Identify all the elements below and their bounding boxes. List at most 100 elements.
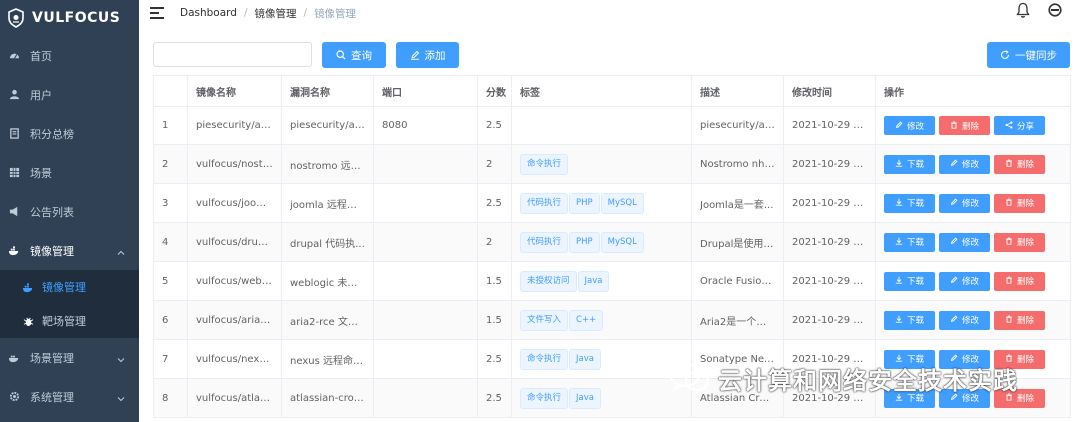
- tag-badge: 命令执行: [520, 153, 569, 175]
- delete-button[interactable]: 删除: [994, 232, 1045, 252]
- search-icon: [336, 50, 346, 60]
- edit-button[interactable]: 修改: [939, 310, 990, 330]
- delete-button[interactable]: 删除: [994, 193, 1045, 213]
- table-header-modified-time: 修改时间: [783, 75, 876, 107]
- hamburger-icon[interactable]: [150, 7, 164, 19]
- cell-image-name: vulfocus/nexus-...: [187, 339, 282, 379]
- cell-modified-time: 2021-10-29 15:...: [783, 144, 876, 184]
- trash-icon: [1005, 276, 1013, 286]
- sidebar-item-system-management[interactable]: 系统管理: [0, 377, 139, 416]
- breadcrumb: Dashboard / 镜像管理 / 镜像管理: [180, 6, 356, 21]
- cell-modified-time: 2021-10-29 15:...: [783, 222, 876, 262]
- download-icon: [895, 159, 903, 169]
- sidebar-item-announcements[interactable]: 公告列表: [0, 192, 139, 231]
- share-button[interactable]: 分享: [994, 116, 1045, 135]
- cell-image-name-text: vulfocus/weblog...: [196, 275, 273, 287]
- sidebar-item-home[interactable]: 首页: [0, 36, 139, 75]
- query-button-label: 查询: [351, 49, 372, 62]
- sidebar-item-label: 积分总榜: [30, 127, 74, 141]
- cell-vuln-name: joomla 远程代...: [281, 183, 374, 223]
- cell-tags: 代码执行 PHP MySQL: [511, 222, 692, 262]
- cell-index-text: 8: [162, 392, 169, 404]
- delete-button[interactable]: 删除: [994, 310, 1045, 330]
- cell-vuln-name-text: atlassian-crowd...: [290, 392, 365, 404]
- download-button[interactable]: 下载: [884, 271, 935, 291]
- breadcrumb-dashboard[interactable]: Dashboard: [180, 7, 237, 19]
- sidebar-item-users[interactable]: 用户: [0, 75, 139, 114]
- edit-button[interactable]: 修改: [939, 232, 990, 252]
- sidebar-subitem-image-management[interactable]: 镜像管理: [0, 270, 139, 304]
- download-button[interactable]: 下载: [884, 232, 935, 252]
- cell-index-text: 5: [162, 275, 169, 287]
- row-actions: 下载 修改 删除: [884, 193, 1062, 213]
- breadcrumb-current: 镜像管理: [314, 7, 357, 20]
- table-row: 2 vulfocus/nostro... nostromo 远程... 2 命令执行 No…: [153, 144, 1071, 184]
- table-row: 6 vulfocus/aria2-r... aria2-rce 文件... 1.5 文件…: [153, 300, 1071, 340]
- edit-button[interactable]: 修改: [939, 193, 990, 213]
- cell-vuln-name: nexus 远程命令...: [281, 339, 374, 379]
- app-logo[interactable]: VULFOCUS: [0, 0, 139, 36]
- tag-badge: 命令执行: [520, 387, 569, 409]
- cell-description-text: Oracle Fusion ...: [700, 275, 775, 287]
- delete-button-label: 删除: [961, 121, 979, 132]
- refresh-icon: [1000, 50, 1010, 60]
- download-button[interactable]: 下载: [884, 154, 935, 174]
- announcement-icon: [8, 206, 20, 218]
- search-input[interactable]: [153, 42, 312, 67]
- cell-tags: [511, 106, 692, 145]
- table-header-tags: 标签: [511, 75, 692, 107]
- sidebar-item-scenes[interactable]: 场景: [0, 153, 139, 192]
- image-management-submenu: 镜像管理 靶场管理: [0, 270, 139, 338]
- sidebar-item-scene-management[interactable]: 场景管理: [0, 338, 139, 377]
- cell-score-text: 2.5: [486, 120, 502, 131]
- delete-button[interactable]: 删除: [994, 154, 1045, 174]
- sidebar-item-label: 场景管理: [30, 351, 74, 365]
- add-button[interactable]: 添加: [396, 42, 459, 68]
- tag-badge: Java: [569, 387, 601, 409]
- cell-port: 8080: [373, 106, 478, 145]
- edit-button-label: 修改: [961, 316, 979, 326]
- add-button-label: 添加: [424, 49, 446, 62]
- cell-score-text: 2: [486, 158, 493, 170]
- cell-tags: 命令执行: [511, 144, 692, 184]
- download-icon: [895, 276, 903, 286]
- edit-button-label: 修改: [961, 160, 979, 170]
- cell-index: 2: [153, 144, 188, 184]
- sidebar-item-leaderboard[interactable]: 积分总榜: [0, 114, 139, 153]
- user-avatar-icon[interactable]: [1048, 3, 1062, 20]
- download-button[interactable]: 下载: [884, 193, 935, 213]
- cell-actions: 下载 修改 删除: [875, 300, 1071, 340]
- docker-icon: [8, 352, 20, 364]
- cell-index-text: 7: [162, 353, 169, 365]
- download-button[interactable]: 下载: [884, 310, 935, 330]
- cell-image-name-text: vulfocus/nexus-...: [196, 353, 273, 365]
- edit-button[interactable]: 修改: [939, 154, 990, 174]
- cell-index-text: 2: [162, 158, 169, 170]
- cell-score-text: 1.5: [486, 314, 502, 326]
- delete-button[interactable]: 删除: [994, 271, 1045, 291]
- delete-button-label: 删除: [1016, 316, 1034, 326]
- cell-description: Oracle Fusion ...: [691, 261, 784, 301]
- cell-description-text: Aria2是一个命...: [700, 316, 775, 328]
- edit-icon: [950, 198, 958, 208]
- row-actions: 下载 修改 删除: [884, 310, 1062, 330]
- watermark-text: 云计算和网络安全技术实践: [718, 366, 1018, 395]
- query-button[interactable]: 查询: [322, 42, 386, 68]
- edit-button[interactable]: 修改: [884, 116, 935, 135]
- cell-image-name-text: piesecurity/apa...: [196, 120, 273, 131]
- sidebar-item-image-management[interactable]: 镜像管理: [0, 231, 139, 270]
- cell-vuln-name-text: weblogic 未授...: [290, 277, 365, 289]
- edit-button[interactable]: 修改: [939, 271, 990, 291]
- cell-index-text: 4: [162, 236, 169, 248]
- trash-icon: [1005, 159, 1013, 169]
- sidebar-subitem-label: 靶场管理: [42, 315, 86, 328]
- sync-all-button[interactable]: 一键同步: [987, 42, 1070, 68]
- cell-image-name: vulfocus/nostro...: [187, 144, 282, 184]
- table-header-vuln-name: 漏洞名称: [281, 75, 374, 107]
- cell-tags: 代码执行 PHP MySQL: [511, 183, 692, 223]
- table-row: 1 piesecurity/apa... piesecurity/apa... 808…: [153, 106, 1071, 145]
- bell-icon[interactable]: [1016, 2, 1030, 22]
- cell-index: 4: [153, 222, 188, 262]
- sidebar-subitem-range-management[interactable]: 靶场管理: [0, 304, 139, 338]
- delete-button[interactable]: 删除: [939, 116, 990, 135]
